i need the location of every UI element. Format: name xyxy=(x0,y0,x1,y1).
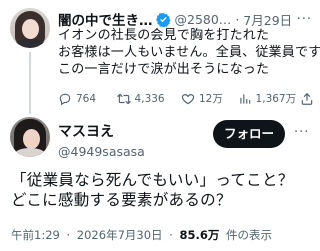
avatar-shoulder xyxy=(14,39,46,48)
avatar-shoulder xyxy=(14,148,46,157)
display-name[interactable]: マスヨえ xyxy=(58,121,145,141)
separator: · xyxy=(66,228,71,242)
repost-count: 4,336 xyxy=(134,92,165,105)
heart-icon xyxy=(181,93,195,104)
more-options-icon[interactable]: ··· xyxy=(294,125,309,140)
tweet-text-line: お客様は一人もいません。全員、従業員です xyxy=(58,45,320,60)
tweet-text-line: イオンの社長の会見で胸を打たれた xyxy=(58,28,270,43)
tweet-text: イオンの社長の会見で胸を打たれた お客様は一人もいません。全員、従業員です この… xyxy=(58,27,320,78)
thread-line xyxy=(29,52,31,114)
like-button[interactable]: 12万 xyxy=(181,91,238,106)
avatar[interactable] xyxy=(10,117,50,157)
tweet-date[interactable]: 2026年7月30日 xyxy=(77,228,163,242)
tweet-text-line: どこに感動する要素があるの？ xyxy=(11,191,232,209)
author-info: マスヨえ @4949sasasa xyxy=(58,121,145,159)
reply-count: 764 xyxy=(76,92,97,105)
views-label: 件の表示 xyxy=(226,228,273,242)
share-button[interactable] xyxy=(300,92,316,106)
verified-badge-icon xyxy=(155,12,171,27)
separator: · xyxy=(169,228,173,242)
views-button[interactable]: 1,367万 xyxy=(238,91,300,106)
tweet-header: 闇の中で生き… @2580… · 7月29日 ··· xyxy=(58,9,316,30)
handle[interactable]: @4949sasasa xyxy=(58,144,145,159)
tweet-meta: 午前1:29 · 2026年7月30日 · 85.6万 件の表示 xyxy=(11,227,272,243)
avatar-face xyxy=(23,129,40,149)
views-count: 1,367万 xyxy=(255,93,297,105)
views-count: 85.6万 xyxy=(179,228,220,242)
repost-icon xyxy=(116,93,131,104)
follow-button[interactable]: フォロー xyxy=(213,120,285,148)
share-icon xyxy=(301,92,313,105)
views-icon xyxy=(239,93,250,104)
tweet-actions: 764 4,336 12万 1,367万 xyxy=(58,91,316,106)
display-name[interactable]: 闇の中で生き… xyxy=(58,9,153,29)
tweet-text: 「従業員なら死んでもいい」ってこと？ どこに感動する要素があるの？ xyxy=(11,170,294,210)
separator: · xyxy=(235,11,240,27)
repost-button[interactable]: 4,336 xyxy=(116,92,181,106)
tweet-time[interactable]: 午前1:29 xyxy=(11,228,60,242)
avatar-face xyxy=(22,19,39,39)
avatar[interactable] xyxy=(10,8,50,48)
tweet-text-line: 「従業員なら死んでもいい」ってこと？ xyxy=(11,171,294,189)
like-count: 12万 xyxy=(198,93,223,105)
reply-icon xyxy=(59,93,71,105)
tweet-text-line: この一言だけで涙が出そうになった xyxy=(58,62,270,77)
tweet-date[interactable]: 7月29日 xyxy=(243,10,292,29)
handle[interactable]: @2580… xyxy=(175,12,232,27)
reply-button[interactable]: 764 xyxy=(58,92,117,106)
more-options-icon[interactable]: ··· xyxy=(297,12,316,27)
